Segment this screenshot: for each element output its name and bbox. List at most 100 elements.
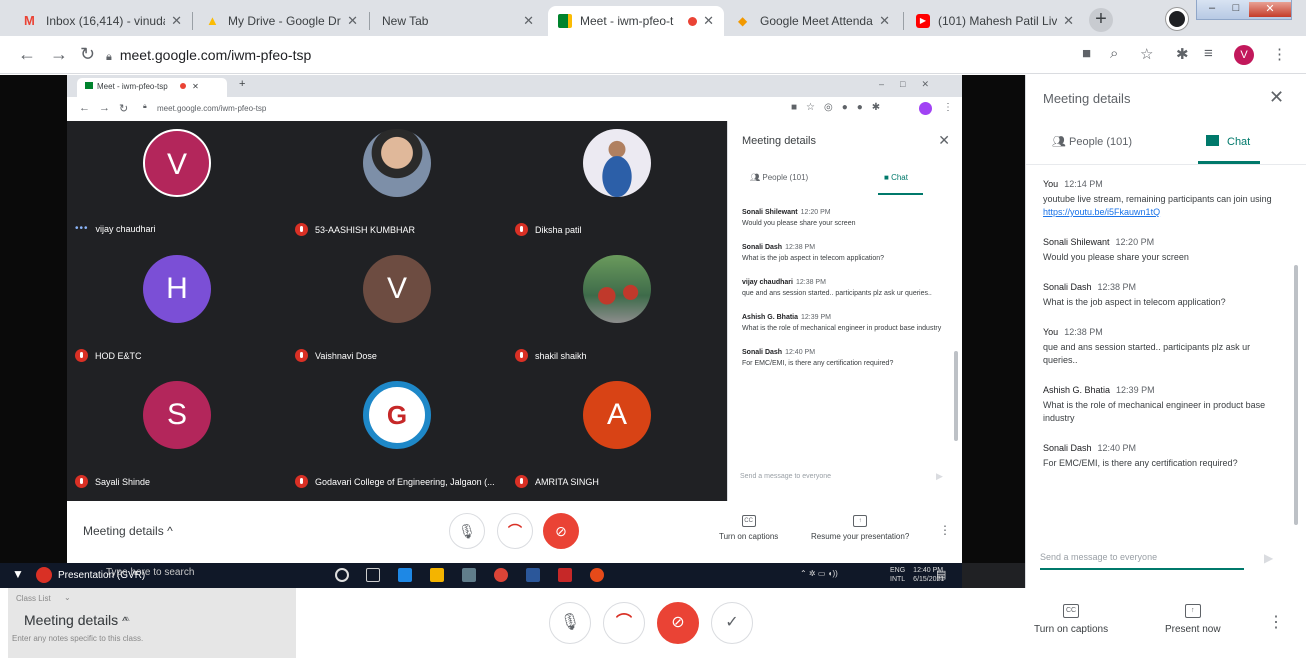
chat-message: Sonali Shilewant 12:20 PM Would you please… bbox=[742, 209, 942, 229]
send-icon[interactable]: ▶ bbox=[936, 471, 943, 482]
tab-label: People (101) bbox=[762, 173, 809, 182]
url-text: meet.google.com/iwm-pfeo-tsp bbox=[119, 47, 312, 63]
task-view-icon[interactable] bbox=[366, 568, 380, 582]
tab-meet-active[interactable]: Meet - iwm-pfeo-t ✕ bbox=[548, 6, 724, 36]
camera-off-button[interactable]: ⊘ bbox=[657, 602, 699, 644]
back-icon[interactable]: ← bbox=[79, 102, 90, 114]
close-icon[interactable]: ✕ bbox=[1269, 87, 1284, 108]
zoom-icon[interactable]: ⌕ bbox=[1110, 45, 1118, 62]
address-bar[interactable]: 🔒︎ meet.google.com/iwm-pfeo-tsp bbox=[106, 42, 1046, 68]
forward-icon[interactable]: → bbox=[50, 44, 68, 65]
app-icon[interactable] bbox=[590, 568, 604, 582]
meeting-details-overlay-label[interactable]: Meeting details ^ bbox=[24, 612, 128, 628]
close-tab-icon[interactable]: ✕ bbox=[171, 13, 182, 29]
present-button[interactable]: ↑ Resume your presentation? bbox=[811, 515, 909, 541]
close-tab-icon[interactable]: ✕ bbox=[523, 13, 534, 29]
message-text: youtube live stream, remaining participa… bbox=[1043, 194, 1272, 204]
pin-icon[interactable]: ▼ bbox=[12, 567, 24, 581]
tab-label: People (101) bbox=[1069, 136, 1133, 148]
youtube-link[interactable]: https://youtu.be/i5Fkauwn1tQ bbox=[1043, 207, 1160, 217]
tab-people[interactable]: 👥︎ People (101) bbox=[1052, 135, 1132, 148]
scrollbar[interactable] bbox=[954, 351, 958, 441]
reload-icon[interactable]: ↻ bbox=[80, 44, 95, 65]
maximize-button[interactable]: □ bbox=[1225, 2, 1247, 17]
new-tab-icon[interactable]: + bbox=[239, 78, 245, 90]
menu-icon[interactable]: ⋮ bbox=[943, 102, 953, 113]
participant-tile[interactable]: H HOD E&TC bbox=[67, 247, 287, 373]
system-tray[interactable]: ⌃ ✲ ▭ ◖)) bbox=[800, 569, 838, 578]
tab-chat[interactable]: ■ Chat bbox=[884, 173, 908, 182]
captions-label: Turn on captions bbox=[719, 532, 779, 541]
word-icon[interactable] bbox=[526, 568, 540, 582]
inner-tab-meet[interactable]: Meet - iwm-pfeo-tsp ✕ bbox=[77, 78, 227, 97]
tab-attendance[interactable]: ◆ Google Meet Attendan ✕ bbox=[728, 6, 900, 36]
lang-code: ENG bbox=[890, 567, 906, 574]
participant-tile[interactable]: shakil shaikh bbox=[507, 247, 727, 373]
participant-tile[interactable]: V Vaishnavi Dose bbox=[287, 247, 507, 373]
tab-gmail[interactable]: M Inbox (16,414) - vinuda ✕ bbox=[14, 6, 192, 36]
participant-name: HOD E&TC bbox=[95, 350, 142, 361]
leave-call-button[interactable]: ⌒ bbox=[497, 513, 533, 549]
participant-tile[interactable]: G Godavari College of Engineering, Jalga… bbox=[287, 373, 507, 499]
tab-people[interactable]: 👥︎ People (101) bbox=[750, 173, 808, 182]
scrollbar[interactable] bbox=[1294, 265, 1298, 525]
tab-drive[interactable]: ▲ My Drive - Google Driv ✕ bbox=[196, 6, 368, 36]
participant-tile[interactable]: V ••• vijay chaudhari bbox=[67, 121, 287, 247]
close-tab-icon[interactable]: ✕ bbox=[1063, 13, 1074, 29]
tab-new[interactable]: New Tab ✕ bbox=[372, 6, 544, 36]
captions-button[interactable]: CC Turn on captions bbox=[719, 515, 778, 541]
windows-search[interactable]: Type here to search bbox=[106, 567, 194, 578]
new-tab-button[interactable]: + bbox=[1089, 8, 1113, 32]
record-extension-icon[interactable] bbox=[1166, 8, 1188, 30]
checkmark-button[interactable]: ✓ bbox=[711, 602, 753, 644]
cortana-icon[interactable] bbox=[335, 568, 349, 582]
app-icon[interactable] bbox=[462, 568, 476, 582]
extensions-icon[interactable]: ✱ bbox=[1176, 45, 1189, 63]
meet-icon bbox=[85, 82, 93, 89]
back-icon[interactable]: ← bbox=[18, 44, 36, 65]
edge-icon[interactable] bbox=[398, 568, 412, 582]
meeting-details-button[interactable]: Meeting details ^ bbox=[83, 524, 173, 538]
captions-button[interactable]: CC Turn on captions bbox=[1034, 604, 1108, 635]
close-tab-icon[interactable]: ✕ bbox=[192, 82, 199, 91]
file-explorer-icon[interactable] bbox=[430, 568, 444, 582]
tab-youtube[interactable]: ▶ (101) Mahesh Patil Live ✕ bbox=[906, 6, 1084, 36]
chat-input[interactable]: Send a message to everyone bbox=[1040, 552, 1244, 570]
acrobat-icon[interactable] bbox=[558, 568, 572, 582]
chat-message: Sonali Dash 12:38 PM What is the job aspec… bbox=[1043, 282, 1283, 309]
reading-list-icon[interactable]: ≡ bbox=[1204, 45, 1213, 62]
camera-off-button[interactable]: ⊘ bbox=[543, 513, 579, 549]
participant-name: Godavari College of Engineering, Jalgaon… bbox=[315, 476, 495, 487]
mic-button[interactable]: 🎙︎ bbox=[549, 602, 591, 644]
chat-message: Sonali Dash 12:40 PM For EMC/EMI, is there… bbox=[742, 349, 942, 369]
chat-input[interactable]: Send a message to everyone bbox=[740, 473, 831, 480]
close-tab-icon[interactable]: ✕ bbox=[703, 13, 714, 29]
profile-avatar[interactable] bbox=[919, 102, 932, 115]
camera-indicator-icon[interactable]: ■ bbox=[1082, 45, 1091, 62]
close-window-button[interactable]: ✕ bbox=[1249, 2, 1291, 17]
notification-icon[interactable]: ▤ bbox=[936, 568, 946, 581]
send-icon[interactable]: ▶ bbox=[1264, 551, 1273, 565]
profile-avatar[interactable]: V bbox=[1234, 45, 1254, 65]
tab-chat[interactable]: Chat bbox=[1206, 135, 1250, 148]
participant-tile[interactable]: Diksha patil bbox=[507, 121, 727, 247]
present-now-button[interactable]: ↑ Present now bbox=[1165, 604, 1221, 635]
youtube-icon: ▶ bbox=[916, 14, 930, 28]
reload-icon[interactable]: ↻ bbox=[119, 102, 128, 115]
close-tab-icon[interactable]: ✕ bbox=[347, 13, 358, 29]
leave-call-button[interactable]: ⌒ bbox=[603, 602, 645, 644]
menu-icon[interactable]: ⋮ bbox=[1272, 45, 1287, 63]
close-tab-icon[interactable]: ✕ bbox=[879, 13, 890, 29]
more-options-icon[interactable]: ⋮ bbox=[1268, 612, 1284, 632]
message-text: Would you please share your screen bbox=[742, 220, 856, 227]
bookmark-star-icon[interactable]: ☆ bbox=[1140, 45, 1153, 63]
forward-icon[interactable]: → bbox=[99, 102, 110, 114]
participant-tile[interactable]: S Sayali Shinde bbox=[67, 373, 287, 499]
more-options-icon[interactable]: ⋮ bbox=[939, 523, 951, 537]
minimize-button[interactable]: – bbox=[1201, 2, 1223, 17]
chrome-icon[interactable] bbox=[494, 568, 508, 582]
participant-tile[interactable]: 53-AASHISH KUMBHAR bbox=[287, 121, 507, 247]
participant-tile[interactable]: A AMRITA SINGH bbox=[507, 373, 727, 499]
mic-button[interactable]: 🎙︎ bbox=[449, 513, 485, 549]
close-icon[interactable]: ✕ bbox=[938, 132, 950, 149]
